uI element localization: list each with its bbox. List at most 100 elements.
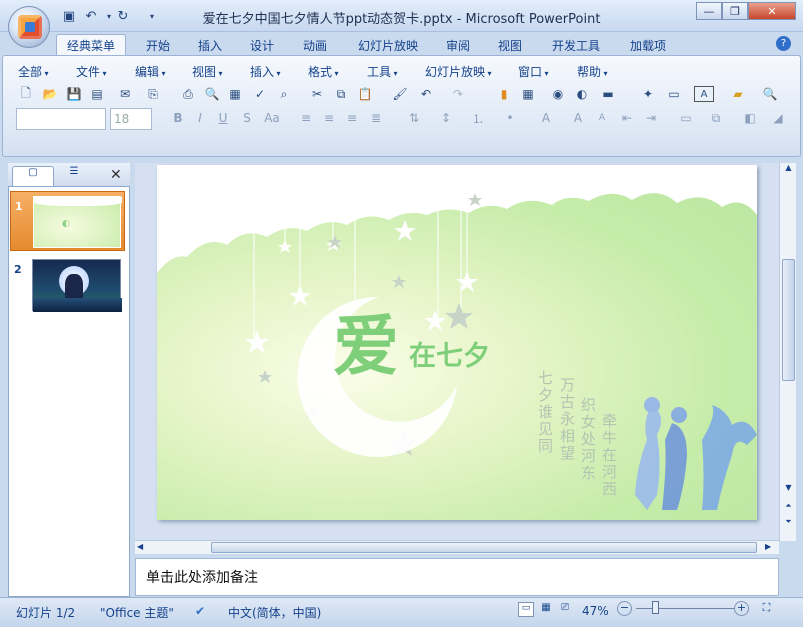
font-color-icon[interactable]: A [536,108,556,128]
menu-view[interactable]: 视图 [192,63,223,80]
menu-help[interactable]: 帮助 [577,63,608,80]
text-direction-icon[interactable]: ⇅ [404,108,424,128]
send-icon[interactable]: ✉ [115,84,135,104]
save-disk-icon[interactable]: 💾 [64,84,84,104]
chart-icon[interactable]: ▮ [494,84,514,104]
menu-file[interactable]: 文件 [76,63,107,80]
line-spacing-icon[interactable]: ↕ [436,108,456,128]
slide-title-big[interactable]: 爱 [333,313,399,379]
insert-table-icon[interactable]: ▦ [518,84,538,104]
scroll-down-icon[interactable]: ▼ [781,483,796,497]
notes-pane[interactable]: 单击此处添加备注 [135,558,779,596]
align-left-icon[interactable]: ≡ [296,108,316,128]
scroll-right-icon[interactable]: ▶ [765,542,771,551]
publish-icon[interactable]: ⎘ [143,84,163,104]
increase-indent-icon[interactable]: ⇥ [641,108,661,128]
font-name-combo[interactable] [16,108,106,130]
tab-slideshow[interactable]: 幻灯片放映 [348,34,428,56]
print-icon[interactable]: ⎙ [178,84,198,104]
fill-icon[interactable]: ◢ [768,108,788,128]
redo-toolbar-icon[interactable]: ↷ [448,84,468,104]
align-center-icon[interactable]: ≡ [319,108,339,128]
menu-window[interactable]: 窗口 [518,63,549,80]
bold-icon[interactable]: B [168,108,188,128]
fit-to-window-icon[interactable]: ⛶ [759,601,774,616]
next-slide-icon[interactable]: ⏷ [781,517,796,531]
slide-thumbnail-2[interactable] [32,259,122,312]
horizontal-scrollbar[interactable]: ◀ ▶ [135,540,779,554]
color-scheme-icon[interactable]: ▬ [598,84,618,104]
menu-tools[interactable]: 工具 [367,63,398,80]
slide-sorter-icon[interactable]: ▦ [538,602,554,617]
language-indicator[interactable]: 中文(简体，中国) [228,604,321,621]
shapes-icon[interactable]: ▭ [676,108,696,128]
vertical-scrollbar[interactable]: ▲ ▼ ⏶ ⏷ [779,163,796,541]
textbox-icon[interactable]: A [694,86,714,102]
slide-title-rest[interactable]: 在七夕 [409,343,490,370]
quick-styles-icon[interactable]: ◧ [740,108,760,128]
italic-icon[interactable]: I [190,108,210,128]
close-pane-icon[interactable]: ✕ [110,167,122,183]
copy-icon[interactable]: ⧉ [331,84,351,104]
undo-toolbar-icon[interactable]: ↶ [416,84,436,104]
numbering-icon[interactable]: ⒈ [468,108,488,128]
zoom-out-icon[interactable]: − [617,601,632,616]
shadow-icon[interactable]: S [237,108,257,128]
format-painter-icon[interactable]: 🖌 [390,84,410,104]
menu-format[interactable]: 格式 [308,63,339,80]
maximize-button[interactable]: ❐ [722,2,748,20]
shrink-font-icon[interactable]: A [592,108,612,128]
align-right-icon[interactable]: ≡ [342,108,362,128]
cut-icon[interactable]: ✂ [307,84,327,104]
close-button[interactable]: ✕ [748,2,796,20]
scroll-left-icon[interactable]: ◀ [137,542,143,551]
help-icon[interactable]: ? [776,36,791,51]
office-button[interactable] [8,6,50,48]
paste-icon[interactable]: 📋 [355,84,375,104]
bullets-icon[interactable]: • [500,108,520,128]
grayscale-icon[interactable]: ◐ [572,84,592,104]
slideshow-view-icon[interactable]: ⎚ [557,602,573,617]
spellcheck-icon[interactable]: ✔ [195,604,205,618]
vertical-scroll-thumb[interactable] [782,259,795,381]
underline-icon[interactable]: U [213,108,233,128]
tab-classic-menu[interactable]: 经典菜单 [56,34,126,56]
previous-slide-icon[interactable]: ⏶ [781,501,796,515]
tab-developer[interactable]: 开发工具 [542,34,610,56]
grow-font-icon[interactable]: A [568,108,588,128]
zoom-slider-track[interactable] [636,608,734,609]
folder-icon[interactable]: ▰ [728,84,748,104]
tab-insert[interactable]: 插入 [188,34,232,56]
zoom-search-icon[interactable]: 🔍 [760,84,780,104]
scroll-up-icon[interactable]: ▲ [781,163,796,177]
arrange-icon[interactable]: ⧉ [706,108,726,128]
change-case-icon[interactable]: Aa [262,108,282,128]
slides-tab-icon[interactable]: ▢ [12,166,54,186]
zoom-slider-thumb[interactable] [652,601,659,614]
justify-icon[interactable]: ≣ [366,108,386,128]
new-slide-icon[interactable]: ✦ [638,84,658,104]
tab-animation[interactable]: 动画 [293,34,337,56]
decrease-indent-icon[interactable]: ⇤ [617,108,637,128]
table-view-icon[interactable]: ▦ [225,84,245,104]
slide-canvas[interactable]: 爱 在七夕 七夕谁见同 万古永相望 织女处河东 牵牛在河西 [157,165,757,520]
print-preview-icon[interactable]: 🔍 [202,84,222,104]
font-size-combo[interactable]: 18 [110,108,152,130]
open-folder-icon[interactable]: 📂 [40,84,60,104]
menu-edit[interactable]: 编辑 [135,63,166,80]
menu-slideshow[interactable]: 幻灯片放映 [425,63,492,80]
tab-home[interactable]: 开始 [136,34,180,56]
menu-all[interactable]: 全部 [18,63,49,80]
research-icon[interactable]: ⌕ [274,84,294,104]
normal-view-icon[interactable]: ▭ [518,602,534,617]
outline-tab-icon[interactable]: ☰ [54,166,94,186]
permission-icon[interactable]: ▤ [87,84,107,104]
clipart-icon[interactable]: ◉ [548,84,568,104]
tab-design[interactable]: 设计 [240,34,284,56]
slide-layout-icon[interactable]: ▭ [664,84,684,104]
tab-addins[interactable]: 加载项 [620,34,676,56]
minimize-button[interactable]: — [696,2,722,20]
horizontal-scroll-thumb[interactable] [211,542,757,553]
spelling-icon[interactable]: ✓ [250,84,270,104]
new-file-icon[interactable]: 🗋 [16,84,36,104]
